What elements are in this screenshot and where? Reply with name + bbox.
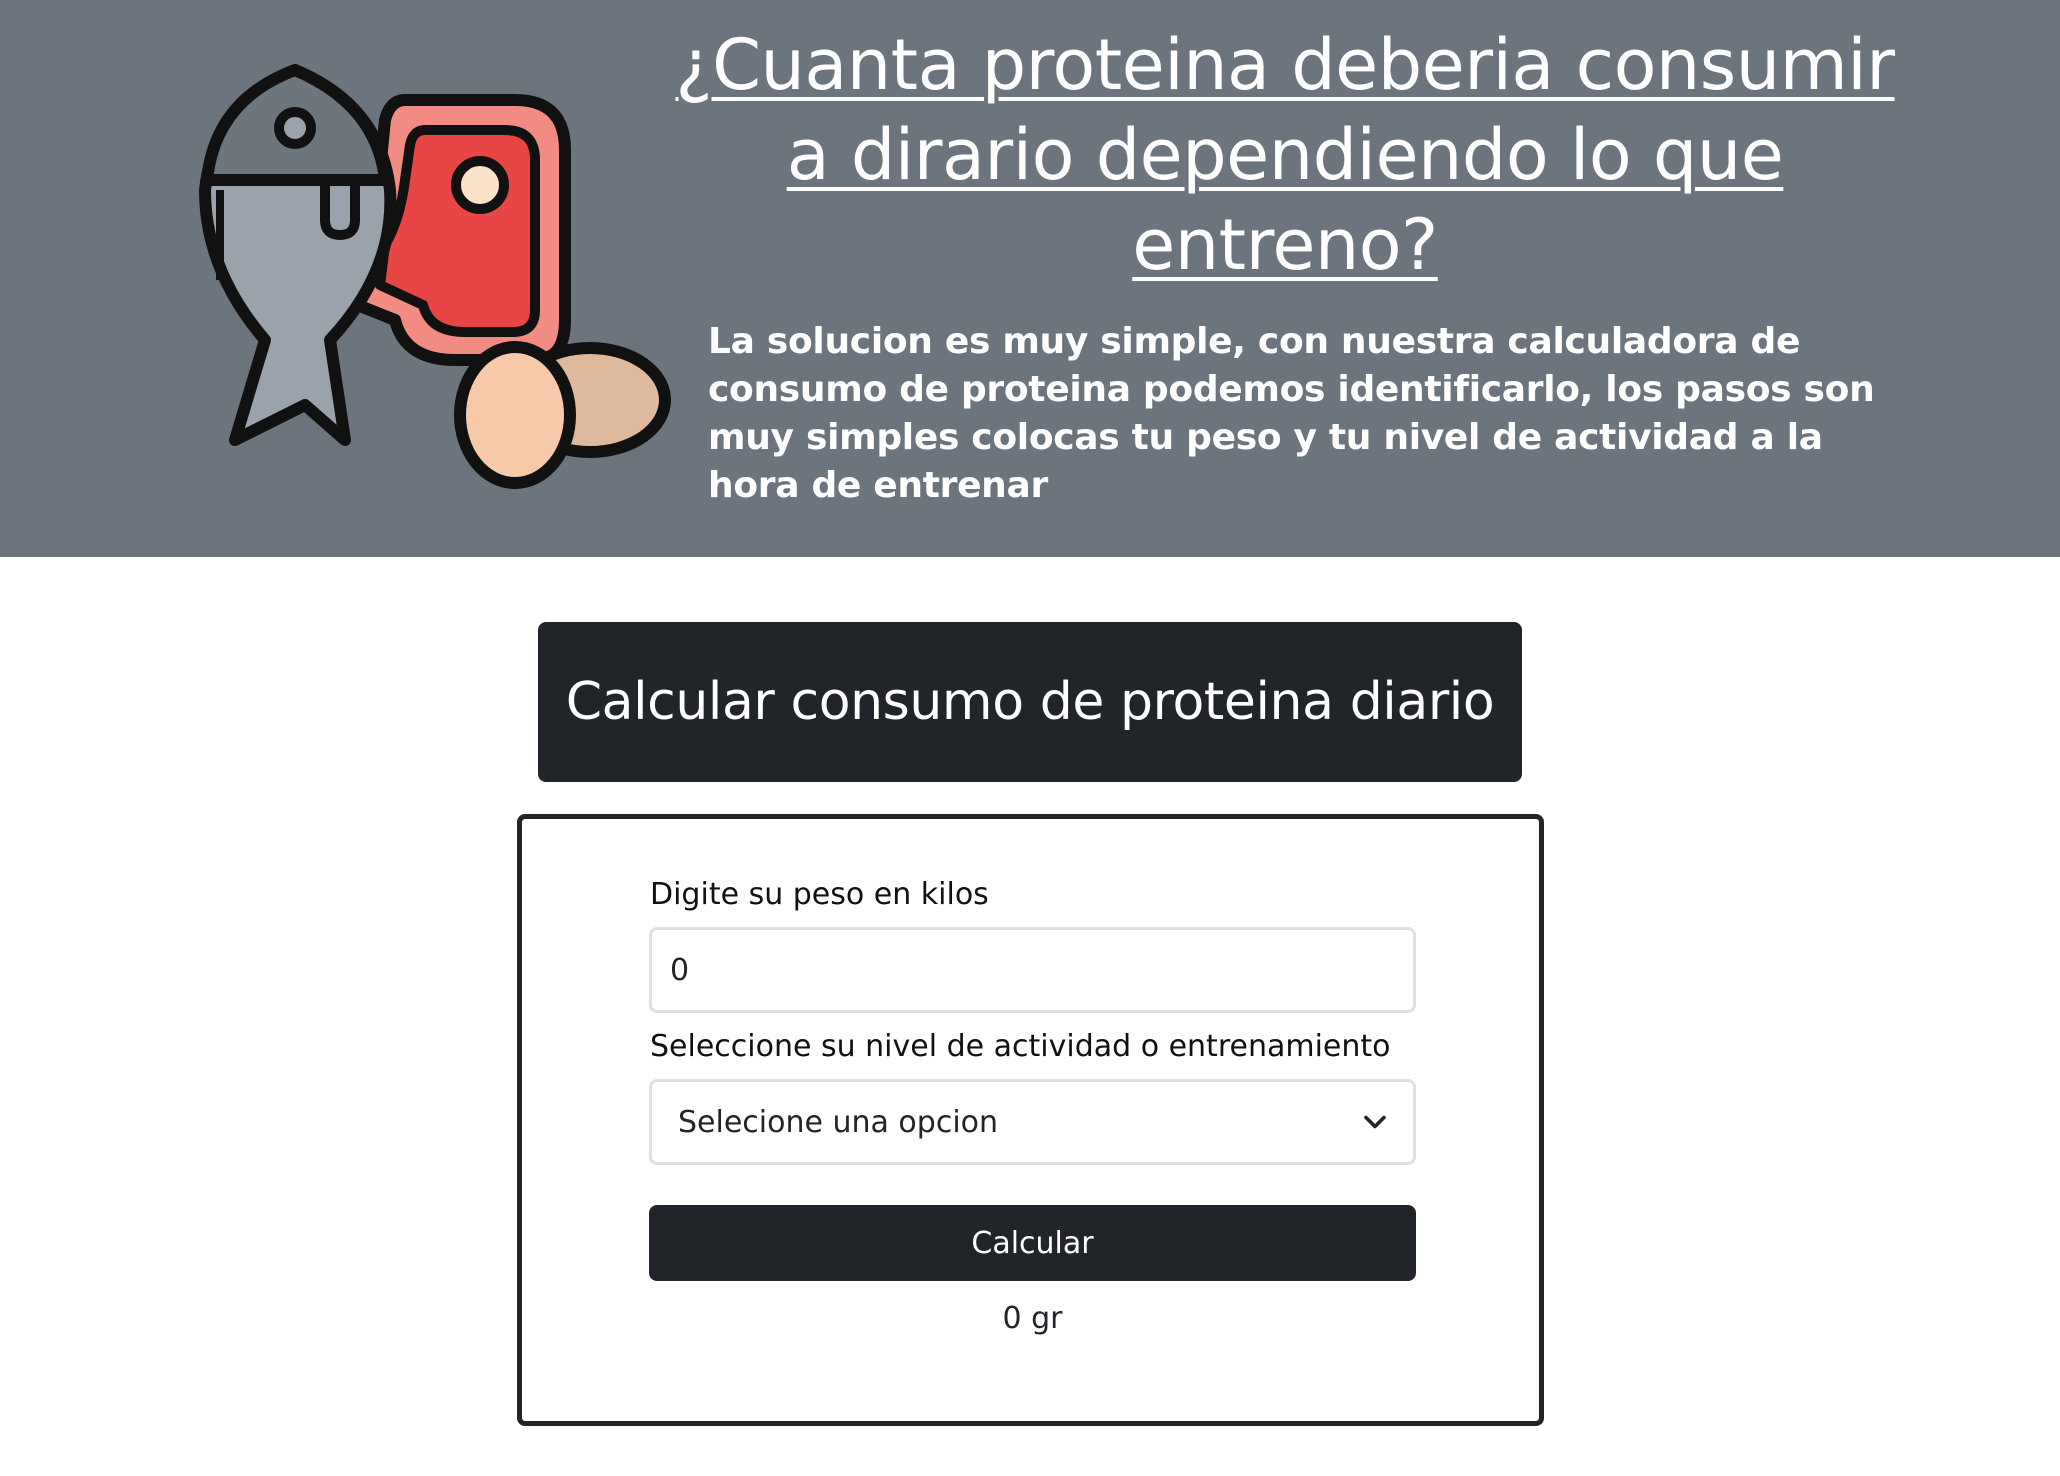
fish-icon (199, 64, 397, 446)
protein-foods-illustration (195, 60, 685, 500)
calculator-header: Calcular consumo de proteina diario (538, 622, 1522, 782)
calculate-button[interactable]: Calcular (649, 1205, 1416, 1281)
page-title: ¿Cuanta proteina deberia consumir a dira… (675, 24, 1895, 286)
hero-banner: ¿Cuanta proteina deberia consumir a dira… (0, 0, 2060, 557)
activity-selected-value: Selecione una opcion (678, 1104, 999, 1140)
eggs-icon (454, 341, 671, 489)
protein-calculator-form: Digite su peso en kilos Seleccione su ni… (517, 814, 1544, 1426)
activity-label: Seleccione su nivel de actividad o entre… (650, 1029, 1391, 1064)
chevron-down-icon (1364, 1115, 1386, 1129)
weight-input[interactable] (649, 927, 1416, 1013)
hero-description: La solucion es muy simple, con nuestra c… (708, 321, 1875, 506)
calculator-title: Calcular consumo de proteina diario (565, 672, 1495, 732)
activity-level-select[interactable]: Selecione una opcion (649, 1079, 1416, 1165)
protein-result: 0 gr (1002, 1301, 1063, 1336)
weight-label: Digite su peso en kilos (650, 877, 989, 912)
